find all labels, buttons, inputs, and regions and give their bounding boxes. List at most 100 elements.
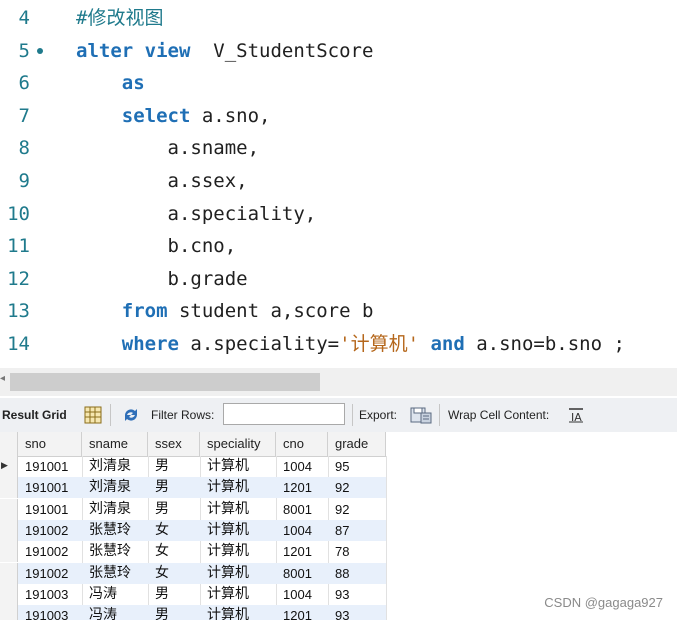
column-divider [386,456,387,620]
code-line[interactable]: 11 b.cno, [0,230,677,262]
cell-grade[interactable]: 92 [328,499,386,520]
column-header-sname[interactable]: sname [82,432,148,456]
code-line[interactable]: 10 a.speciality, [0,198,677,230]
cell-cno[interactable]: 1201 [276,477,328,498]
code-text: where a.speciality='计算机' and a.sno=b.sno… [76,328,625,360]
row-marker[interactable] [0,562,18,584]
row-marker[interactable] [0,498,18,520]
code-line[interactable]: 4 #修改视图 [0,2,677,34]
row-marker[interactable] [0,477,18,499]
sql-editor[interactable]: 4 #修改视图 5 alter view V_StudentScore 6 as 7 se… [0,0,677,368]
cell-grade[interactable]: 88 [328,563,386,584]
column-header-speciality[interactable]: speciality [200,432,276,456]
cell-speciality[interactable]: 计算机 [200,456,276,477]
cell-grade[interactable]: 78 [328,541,386,562]
code-line[interactable]: 14 where a.speciality='计算机' and a.sno=b.… [0,328,677,360]
column-header-ssex[interactable]: ssex [148,432,200,456]
cell-ssex[interactable]: 男 [148,605,200,620]
table-row[interactable]: ▶ 191001 刘清泉男计算机 1004 95 [0,456,386,477]
code-line[interactable]: 6 as [0,67,677,99]
wrap-text-icon[interactable]: IA [568,407,584,426]
table-row[interactable]: 191003 冯涛男计算机 1004 93 [0,583,386,605]
cell-speciality[interactable]: 计算机 [200,605,276,620]
cell-sno[interactable]: 191001 [18,477,82,498]
cell-speciality[interactable]: 计算机 [200,541,276,562]
code-line[interactable]: 8 a.sname, [0,132,677,164]
row-marker[interactable]: ▶ [0,456,18,477]
code-line[interactable]: 7 select a.sno, [0,100,677,132]
cell-sname[interactable]: 冯涛 [82,605,148,620]
row-marker[interactable] [0,605,18,620]
cell-speciality[interactable]: 计算机 [200,520,276,541]
cell-cno[interactable]: 1201 [276,541,328,562]
cell-speciality[interactable]: 计算机 [200,477,276,498]
table-row[interactable]: 191002 张慧玲女计算机 8001 88 [0,562,386,584]
export-icon[interactable] [410,405,432,428]
cell-cno[interactable]: 1201 [276,605,328,620]
cell-sno[interactable]: 191002 [18,563,82,584]
table-row[interactable]: 191001 刘清泉男计算机 8001 92 [0,498,386,520]
cell-ssex[interactable]: 女 [148,541,200,562]
cell-ssex[interactable]: 女 [148,563,200,584]
cell-grade[interactable]: 95 [328,456,386,477]
cell-ssex[interactable]: 男 [148,477,200,498]
cell-ssex[interactable]: 女 [148,520,200,541]
table-row[interactable]: 191003 冯涛男计算机 1201 93 [0,605,386,620]
filter-rows-input[interactable] [223,403,345,425]
cell-cno[interactable]: 1004 [276,456,328,477]
cell-cno[interactable]: 8001 [276,563,328,584]
row-marker[interactable] [0,583,18,605]
toolbar-separator [352,404,353,426]
table-row[interactable]: 191002 张慧玲女计算机 1004 87 [0,519,386,541]
sql-keyword: and [430,333,465,355]
cell-sno[interactable]: 191003 [18,584,82,605]
cell-sname[interactable]: 刘清泉 [82,499,148,520]
code-line[interactable]: 13 from student a,score b [0,295,677,327]
column-header-cno[interactable]: cno [276,432,328,456]
cell-speciality[interactable]: 计算机 [200,563,276,584]
sql-token: a.ssex, [76,170,248,192]
table-row[interactable]: 191002 张慧玲女计算机 1201 78 [0,541,386,563]
result-grid-tab[interactable]: Result Grid [2,398,67,432]
cell-ssex[interactable]: 男 [148,584,200,605]
cell-ssex[interactable]: 男 [148,499,200,520]
cell-speciality[interactable]: 计算机 [200,584,276,605]
cell-sname[interactable]: 冯涛 [82,584,148,605]
grid-view-icon[interactable] [84,406,102,427]
cell-sname[interactable]: 刘清泉 [82,477,148,498]
editor-horizontal-scrollbar[interactable]: ◂ [0,368,677,396]
column-header-grade[interactable]: grade [328,432,386,456]
cell-sno[interactable]: 191002 [18,520,82,541]
result-grid[interactable]: sno sname ssex speciality cno grade ▶ 191001 刘清… [0,432,677,620]
cell-grade[interactable]: 92 [328,477,386,498]
cell-sname[interactable]: 刘清泉 [82,456,148,477]
table-row[interactable]: 191001 刘清泉男计算机 1201 92 [0,477,386,499]
refresh-icon[interactable] [121,406,141,427]
cell-grade[interactable]: 93 [328,605,386,620]
scrollbar-thumb[interactable] [10,373,320,391]
cell-cno[interactable]: 1004 [276,584,328,605]
row-marker[interactable] [0,519,18,541]
cell-cno[interactable]: 8001 [276,499,328,520]
cell-sname[interactable]: 张慧玲 [82,520,148,541]
cell-grade[interactable]: 87 [328,520,386,541]
cell-sname[interactable]: 张慧玲 [82,541,148,562]
code-line[interactable]: 9 a.ssex, [0,165,677,197]
cell-sno[interactable]: 191001 [18,499,82,520]
scroll-left-icon[interactable]: ◂ [0,373,5,384]
cell-cno[interactable]: 1004 [276,520,328,541]
code-line[interactable]: 5 alter view V_StudentScore [0,35,677,67]
code-line[interactable]: 12 b.grade [0,263,677,295]
cell-sno[interactable]: 191002 [18,541,82,562]
line-number: 5 [18,39,30,62]
result-toolbar: Result Grid Filter Rows: Export: Wrap Ce… [0,398,677,433]
cell-ssex[interactable]: 男 [148,456,200,477]
cell-sname[interactable]: 张慧玲 [82,563,148,584]
cell-grade[interactable]: 93 [328,584,386,605]
row-marker[interactable] [0,541,18,563]
column-header-sno[interactable]: sno [18,432,82,456]
cell-sno[interactable]: 191001 [18,456,82,477]
cell-speciality[interactable]: 计算机 [200,499,276,520]
cell-sno[interactable]: 191003 [18,605,82,620]
code-line[interactable]: 15 [0,361,677,368]
